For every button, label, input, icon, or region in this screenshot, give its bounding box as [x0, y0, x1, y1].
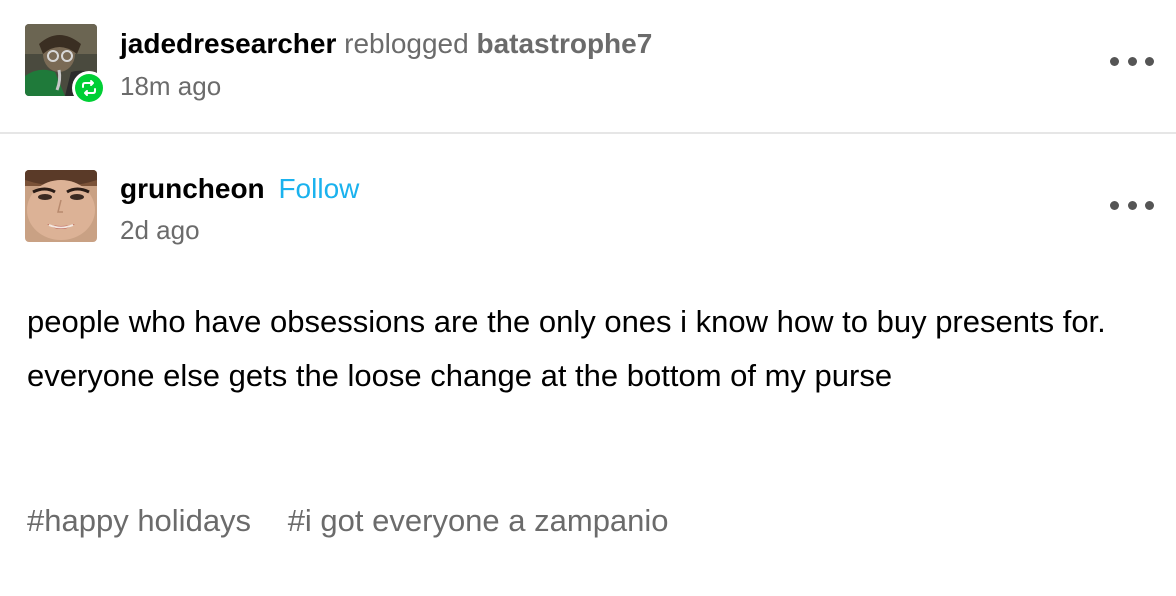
- post-tags: #happy holidays #i got everyone a zampan…: [27, 495, 1162, 547]
- post-tag[interactable]: #happy holidays: [27, 503, 251, 538]
- post-more-options-button[interactable]: [1108, 194, 1156, 216]
- reblog-source-username[interactable]: batastrophe7: [476, 28, 652, 59]
- post-timestamp[interactable]: 2d ago: [120, 214, 200, 246]
- reblog-badge: [72, 71, 106, 105]
- post-body-text: people who have obsessions are the only …: [27, 304, 1106, 393]
- reblog-timestamp[interactable]: 18m ago: [120, 70, 221, 102]
- reblog-header: jadedresearcher reblogged batastrophe7 1…: [0, 0, 1176, 134]
- more-options-dot: [1127, 56, 1137, 66]
- reblogger-username[interactable]: jadedresearcher: [120, 28, 336, 59]
- more-options-dot: [1145, 200, 1154, 210]
- more-options-dot: [1145, 56, 1154, 66]
- more-options-icon: [1110, 200, 1119, 210]
- more-options-dot: [1127, 200, 1137, 210]
- more-options-icon: [1110, 56, 1119, 66]
- more-options-button[interactable]: [1108, 50, 1156, 72]
- reblog-icon: [82, 80, 96, 96]
- follow-button[interactable]: Follow: [278, 173, 359, 204]
- post-author-line: gruncheon Follow: [120, 172, 359, 206]
- author-avatar-icon: [25, 170, 97, 242]
- post-tag[interactable]: #i got everyone a zampanio: [288, 503, 669, 538]
- reblog-action-text: reblogged: [344, 28, 469, 59]
- author-avatar[interactable]: [25, 170, 97, 242]
- reblog-attribution: jadedresearcher reblogged batastrophe7: [120, 27, 652, 61]
- author-username[interactable]: gruncheon: [120, 173, 265, 204]
